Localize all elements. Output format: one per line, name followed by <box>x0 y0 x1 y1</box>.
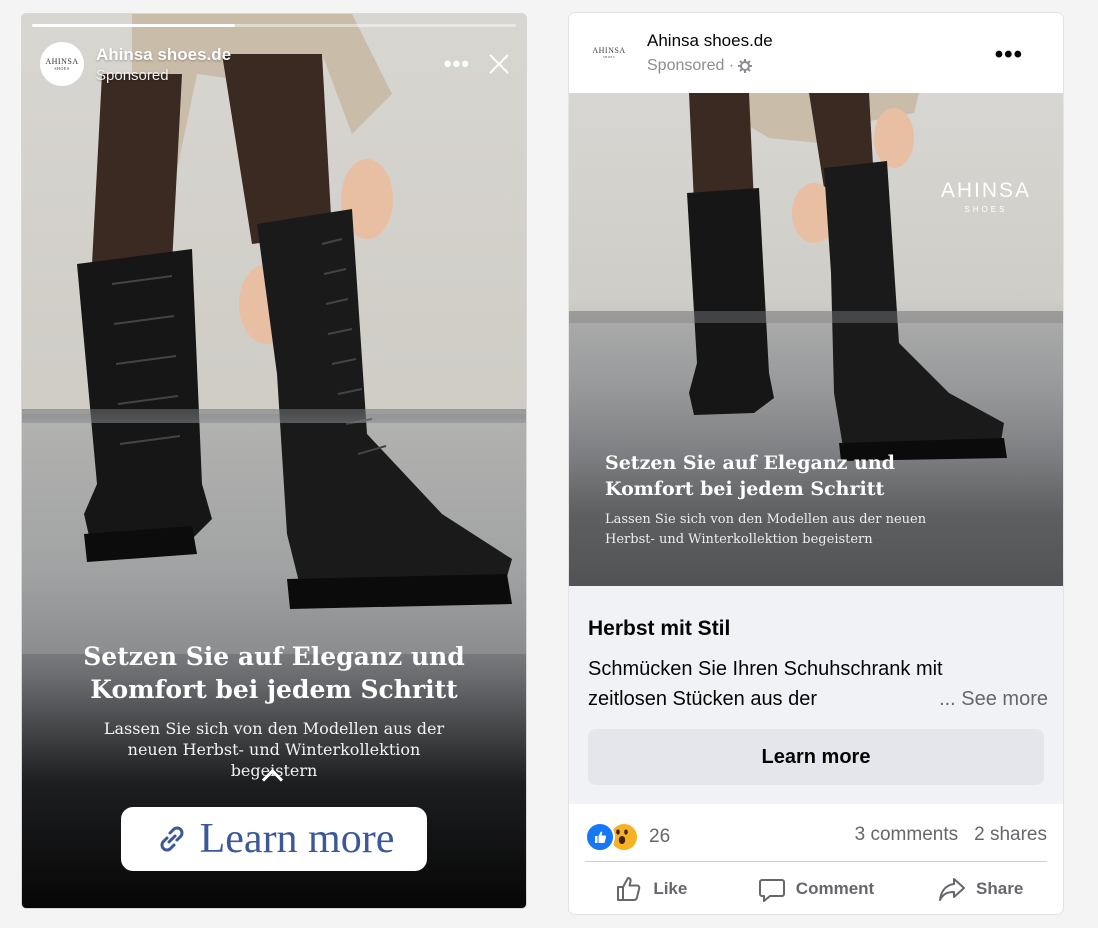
feed-ad-body: Schmücken Sie Ihren Schuhschrank mit zei… <box>588 654 1048 714</box>
feed-learn-more-button[interactable]: Learn more <box>588 729 1044 785</box>
feed-ad-title: Herbst mit Stil <box>588 617 731 640</box>
feed-engagement-stats: 26 3 comments 2 shares <box>569 804 1063 864</box>
feed-wall-baseboard <box>569 311 1063 323</box>
shares-count[interactable]: 2 shares <box>974 824 1047 846</box>
story-account-info: Ahinsa shoes.de Sponsored <box>96 45 231 84</box>
post-action-bar: Like Comment Share <box>569 864 1063 914</box>
feed-body-row-2: zeitlosen Stücken aus der ... See more <box>588 684 1048 714</box>
reaction-count: 26 <box>649 826 671 847</box>
feed-brand-name[interactable]: Ahinsa shoes.de <box>647 31 773 51</box>
feed-hand-right <box>874 108 914 168</box>
feed-ad-info: Herbst mit Stil Schmücken Sie Ihren Schu… <box>569 586 1063 804</box>
feed-body-line-2: zeitlosen Stücken aus der <box>588 688 818 710</box>
watermark-subbrand: SHOES <box>964 205 1008 214</box>
leg-left <box>92 74 182 264</box>
link-icon <box>160 826 184 852</box>
brand-watermark: AHINSA SHOES <box>941 179 1031 214</box>
story-brand-name[interactable]: Ahinsa shoes.de <box>96 45 231 65</box>
story-cta-label: Learn more <box>199 816 395 862</box>
story-headline: Setzen Sie auf Eleganz und Komfort bei j… <box>83 642 465 704</box>
story-learn-more-button[interactable]: Learn more <box>121 807 427 871</box>
story-ad: AHINSA SHOES Ahinsa shoes.de Sponsored •… <box>22 14 526 908</box>
brand-avatar[interactable]: AHINSA SHOES <box>40 42 84 86</box>
feed-image-subtext: Lassen Sie sich von den Modellen aus der… <box>605 512 927 547</box>
feed-brand-logo[interactable]: AHINSA SHOES <box>587 39 631 65</box>
watermark-brand: AHINSA <box>940 179 1031 202</box>
comment-bubble-icon <box>758 879 785 902</box>
reactions-summary[interactable]: 26 <box>585 822 670 852</box>
story-progress-fill <box>32 24 236 27</box>
story-progress-bar <box>32 24 516 27</box>
story-more-options-icon[interactable]: ••• <box>444 53 470 75</box>
feed-leg-left <box>689 93 754 203</box>
thumbs-up-icon <box>617 877 641 901</box>
feed-ad-image[interactable]: AHINSA SHOES Setzen Sie auf Eleganz und … <box>569 93 1063 586</box>
like-label: Like <box>653 879 688 898</box>
feed-sponsored-label: Sponsored · <box>647 57 735 74</box>
feed-body-line-1: Schmücken Sie Ihren Schuhschrank mit <box>588 658 943 680</box>
audience-gear-icon <box>738 59 753 73</box>
share-label: Share <box>976 879 1024 898</box>
feed-account-info: Ahinsa shoes.de Sponsored · <box>647 31 773 75</box>
feed-logo-subtext: SHOES <box>602 54 615 59</box>
like-reaction-icon <box>585 822 615 852</box>
feed-sponsored-row: Sponsored · <box>647 57 773 75</box>
boot-right <box>257 209 512 594</box>
story-header-actions: ••• <box>444 53 510 75</box>
comment-button[interactable]: Comment <box>734 864 899 914</box>
comments-shares-summary: 3 comments 2 shares <box>855 824 1047 846</box>
avatar-logo-subtext: SHOES <box>54 66 70 71</box>
like-button[interactable]: Like <box>569 864 734 914</box>
boot-left <box>77 249 212 549</box>
share-arrow-icon <box>939 878 966 901</box>
feed-ad: AHINSA SHOES Ahinsa shoes.de Sponsored ·… <box>569 13 1063 914</box>
feed-more-options-icon[interactable]: ••• <box>995 43 1023 67</box>
see-more-link[interactable]: ... See more <box>939 684 1048 714</box>
story-product-photo <box>22 14 526 654</box>
story-sponsored-label: Sponsored <box>96 66 169 84</box>
comments-count[interactable]: 3 comments <box>855 824 958 846</box>
wall-baseboard <box>22 409 526 423</box>
story-header: AHINSA SHOES Ahinsa shoes.de Sponsored •… <box>40 40 510 88</box>
close-icon[interactable] <box>488 53 510 75</box>
feed-logo-text: AHINSA <box>592 45 626 55</box>
stats-divider <box>585 861 1047 862</box>
avatar-logo-text: AHINSA <box>45 57 79 66</box>
feed-boot-left <box>687 188 774 415</box>
feed-image-headline: Setzen Sie auf Eleganz und Komfort bei j… <box>605 452 895 500</box>
share-button[interactable]: Share <box>898 864 1063 914</box>
comment-label: Comment <box>795 879 875 898</box>
feed-header: AHINSA SHOES Ahinsa shoes.de Sponsored ·… <box>569 13 1063 93</box>
boot-right-sole <box>287 574 512 609</box>
